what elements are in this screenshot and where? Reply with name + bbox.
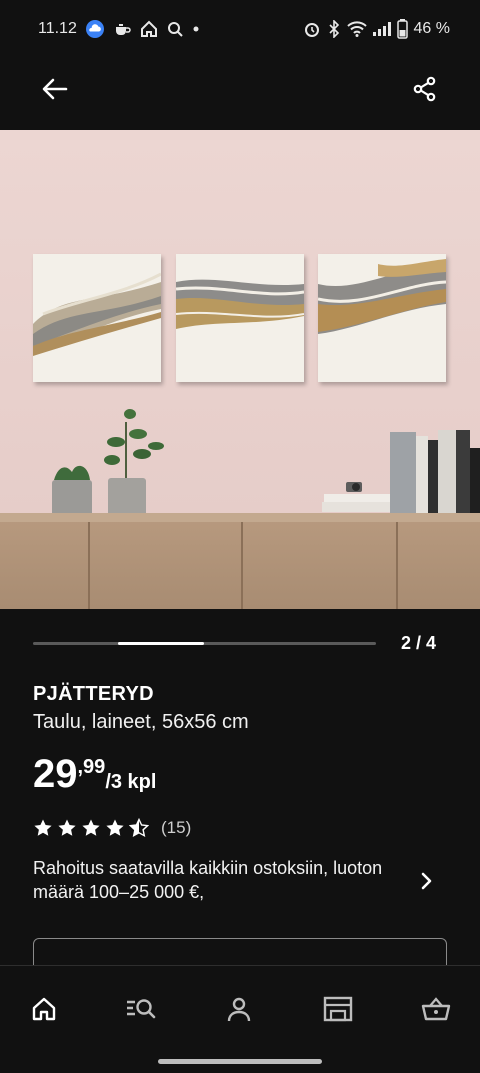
cloud-icon <box>85 20 104 38</box>
dot-icon <box>192 25 200 33</box>
home-app-icon <box>140 20 158 38</box>
review-count: (15) <box>161 818 192 837</box>
status-bar: 11.12 46 % <box>0 0 480 58</box>
status-time: 11.12 <box>38 20 77 37</box>
sideboard-seam <box>241 522 243 609</box>
star-icon <box>81 818 101 838</box>
teapot-icon <box>113 21 131 37</box>
nav-profile-button[interactable] <box>219 994 259 1024</box>
home-icon <box>32 997 56 1021</box>
battery-level: 46 % <box>413 20 450 37</box>
nav-home-button[interactable] <box>24 994 64 1024</box>
gallery-counter: 2 / 4 <box>400 633 436 653</box>
bluetooth-icon <box>327 20 341 38</box>
product-name: PJÄTTERYD <box>33 683 154 705</box>
sideboard-seam <box>396 522 398 609</box>
app-bar <box>0 58 480 130</box>
gallery-progress <box>33 642 376 645</box>
store-icon <box>323 996 353 1022</box>
back-button[interactable] <box>36 70 74 108</box>
alarm-icon <box>303 20 321 38</box>
share-icon <box>413 76 436 102</box>
product-image[interactable] <box>0 130 480 609</box>
artwork-panel-middle <box>176 254 304 382</box>
arrow-left-icon <box>42 78 68 100</box>
books-decoration <box>322 430 480 514</box>
artwork-panel-left <box>33 254 161 382</box>
gallery-progress-thumb <box>118 642 204 645</box>
profile-icon <box>227 997 251 1022</box>
financing-link[interactable]: Rahoitus saatavilla kaikkiin ostoksiin, … <box>33 856 447 910</box>
price-decimal: ,99 <box>77 756 106 778</box>
product-rating[interactable]: (15) <box>33 818 191 838</box>
product-description: Taulu, laineet, 56x56 cm <box>33 711 249 733</box>
price-integer: 29 <box>33 752 78 796</box>
share-button[interactable] <box>406 70 444 108</box>
nav-basket-button[interactable] <box>416 994 456 1024</box>
signal-icon <box>372 22 391 36</box>
star-icon <box>33 818 53 838</box>
product-price: 29 ,99 /3 kpl <box>33 752 156 796</box>
nav-stores-button[interactable] <box>318 994 358 1024</box>
artwork-panel-right <box>318 254 446 382</box>
wifi-icon <box>346 21 367 37</box>
star-half-icon <box>129 818 149 838</box>
price-unit: /3 kpl <box>105 771 157 793</box>
sideboard-top <box>0 513 480 522</box>
financing-text: Rahoitus saatavilla kaikkiin ostoksiin, … <box>33 858 383 902</box>
basket-icon <box>421 997 451 1021</box>
battery-icon <box>396 19 408 39</box>
chevron-right-icon <box>415 870 437 892</box>
search-list-icon <box>127 999 156 1019</box>
plants-decoration <box>52 409 164 516</box>
sideboard-decoration <box>0 513 480 609</box>
gesture-handle[interactable] <box>158 1059 322 1064</box>
nav-search-button[interactable] <box>121 994 161 1024</box>
search-icon <box>167 21 183 37</box>
star-icon <box>57 818 77 838</box>
star-icon <box>105 818 125 838</box>
bottom-navigation <box>0 965 480 1073</box>
sideboard-seam <box>88 522 90 609</box>
